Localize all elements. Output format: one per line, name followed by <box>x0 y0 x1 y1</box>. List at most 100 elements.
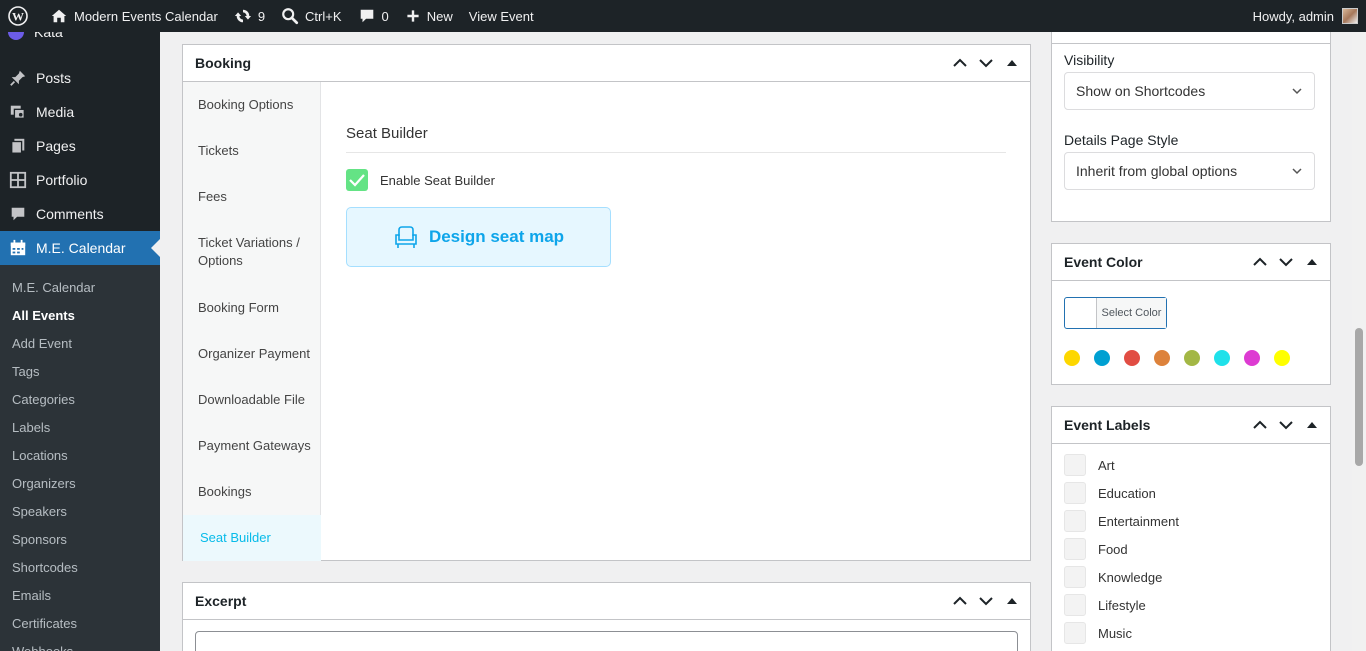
collapse-toggle-icon[interactable] <box>1002 53 1022 73</box>
submenu-all-events[interactable]: All Events <box>0 301 160 329</box>
label-checkbox[interactable] <box>1064 510 1086 532</box>
submenu-tags[interactable]: Tags <box>0 357 160 385</box>
color-preset-2[interactable] <box>1094 350 1110 366</box>
submenu-sponsors[interactable]: Sponsors <box>0 525 160 553</box>
label-checkbox[interactable] <box>1064 622 1086 644</box>
plus-icon <box>407 10 419 22</box>
event-color-header: Event Color <box>1052 244 1330 281</box>
tab-fees[interactable]: Fees <box>183 188 321 206</box>
search-link[interactable]: Ctrl+K <box>273 0 349 32</box>
color-preset-6[interactable] <box>1214 350 1230 366</box>
howdy-user[interactable]: Howdy, admin <box>1253 9 1334 24</box>
scrollbar-thumb[interactable] <box>1355 328 1363 466</box>
color-preset-3[interactable] <box>1124 350 1140 366</box>
submenu-certificates[interactable]: Certificates <box>0 609 160 637</box>
submenu-speakers[interactable]: Speakers <box>0 497 160 525</box>
color-preset-7[interactable] <box>1244 350 1260 366</box>
tab-tickets[interactable]: Tickets <box>183 142 321 160</box>
collapse-toggle-icon[interactable] <box>1302 415 1322 435</box>
label-checkbox[interactable] <box>1064 482 1086 504</box>
move-down-icon[interactable] <box>1276 252 1296 272</box>
sidebar-item-portfolio[interactable]: Portfolio <box>0 163 160 197</box>
visibility-select[interactable]: Show on Shortcodes <box>1064 72 1315 110</box>
move-up-icon[interactable] <box>1250 252 1270 272</box>
sidebar-item-posts[interactable]: Posts <box>0 61 160 95</box>
move-down-icon[interactable] <box>1276 415 1296 435</box>
label-checkbox[interactable] <box>1064 566 1086 588</box>
label-item-knowledge[interactable]: Knowledge <box>1064 566 1162 588</box>
comments-link[interactable]: 0 <box>350 0 397 32</box>
chevron-down-icon <box>1292 88 1302 95</box>
design-seat-map-button[interactable]: Design seat map <box>346 207 611 267</box>
page-scrollbar[interactable] <box>1352 32 1366 651</box>
tab-booking-form[interactable]: Booking Form <box>183 299 321 317</box>
updates-link[interactable]: 9 <box>226 0 273 32</box>
view-event-link[interactable]: View Event <box>461 0 542 32</box>
submenu-emails[interactable]: Emails <box>0 581 160 609</box>
label-item-art[interactable]: Art <box>1064 454 1115 476</box>
submenu-categories[interactable]: Categories <box>0 385 160 413</box>
move-down-icon[interactable] <box>976 591 996 611</box>
updates-count: 9 <box>257 8 266 24</box>
sidebar-item-comments[interactable]: Comments <box>0 197 160 231</box>
calendar-icon <box>8 238 28 258</box>
calendar-submenu: M.E. Calendar All Events Add Event Tags … <box>0 265 160 651</box>
tab-ticket-variations[interactable]: Ticket Variations / Options <box>183 234 308 270</box>
tab-seat-builder[interactable]: Seat Builder <box>183 515 321 561</box>
tab-bookings[interactable]: Bookings <box>183 483 321 501</box>
avatar[interactable] <box>1342 8 1358 24</box>
details-page-style-label: Details Page Style <box>1064 132 1179 148</box>
submenu-webhooks[interactable]: Webhooks <box>0 637 160 651</box>
excerpt-textarea[interactable] <box>195 631 1018 651</box>
event-color-metabox: Event Color Select Color <box>1051 243 1331 385</box>
sidebar-item-media[interactable]: Media <box>0 95 160 129</box>
submenu-locations[interactable]: Locations <box>0 441 160 469</box>
label-item-music[interactable]: Music <box>1064 622 1132 644</box>
details-page-style-select[interactable]: Inherit from global options <box>1064 152 1315 190</box>
submenu-shortcodes[interactable]: Shortcodes <box>0 553 160 581</box>
submenu-add-event[interactable]: Add Event <box>0 329 160 357</box>
label-checkbox[interactable] <box>1064 454 1086 476</box>
home-icon <box>51 9 67 23</box>
portfolio-icon <box>8 170 28 190</box>
site-name-link[interactable]: Modern Events Calendar <box>42 0 226 32</box>
move-up-icon[interactable] <box>950 53 970 73</box>
wordpress-logo-icon[interactable]: W <box>0 0 42 32</box>
sidebar-item-me-calendar[interactable]: M.E. Calendar <box>0 231 160 265</box>
color-preset-4[interactable] <box>1154 350 1170 366</box>
label-item-education[interactable]: Education <box>1064 482 1156 504</box>
tab-payment-gateways[interactable]: Payment Gateways <box>183 437 321 455</box>
label-checkbox[interactable] <box>1064 538 1086 560</box>
booking-tabs: Booking Options Tickets Fees Ticket Vari… <box>183 82 321 561</box>
label-checkbox[interactable] <box>1064 594 1086 616</box>
tab-booking-options[interactable]: Booking Options <box>183 96 321 114</box>
collapse-toggle-icon[interactable] <box>1002 591 1022 611</box>
color-preset-5[interactable] <box>1184 350 1200 366</box>
comment-bubble-icon <box>360 9 373 23</box>
search-shortcut: Ctrl+K <box>305 8 342 24</box>
color-preset-8[interactable] <box>1274 350 1290 366</box>
enable-seat-builder-checkbox[interactable] <box>346 169 368 191</box>
excerpt-header: Excerpt <box>183 583 1030 620</box>
label-item-lifestyle[interactable]: Lifestyle <box>1064 594 1146 616</box>
tab-downloadable-file[interactable]: Downloadable File <box>183 391 321 409</box>
select-color-label: Select Color <box>1097 298 1166 328</box>
collapse-toggle-icon[interactable] <box>1302 252 1322 272</box>
label-item-food[interactable]: Food <box>1064 538 1128 560</box>
color-preset-1[interactable] <box>1064 350 1080 366</box>
event-color-title: Event Color <box>1064 254 1143 270</box>
move-up-icon[interactable] <box>1250 415 1270 435</box>
sidebar-item-partial[interactable]: Kata <box>8 32 63 40</box>
new-content-link[interactable]: New <box>397 0 461 32</box>
excerpt-title: Excerpt <box>195 593 247 609</box>
submenu-labels[interactable]: Labels <box>0 413 160 441</box>
updates-icon <box>234 9 251 23</box>
select-color-button[interactable]: Select Color <box>1064 297 1167 329</box>
tab-organizer-payment[interactable]: Organizer Payment <box>183 345 321 363</box>
label-item-entertainment[interactable]: Entertainment <box>1064 510 1179 532</box>
move-up-icon[interactable] <box>950 591 970 611</box>
submenu-organizers[interactable]: Organizers <box>0 469 160 497</box>
sidebar-item-pages[interactable]: Pages <box>0 129 160 163</box>
move-down-icon[interactable] <box>976 53 996 73</box>
submenu-me-calendar[interactable]: M.E. Calendar <box>0 273 160 301</box>
